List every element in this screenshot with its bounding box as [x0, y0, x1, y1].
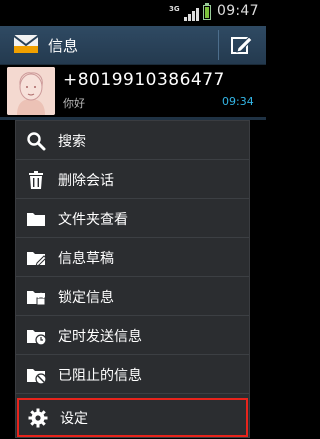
network-type: 3G — [169, 5, 180, 13]
compose-button[interactable] — [219, 26, 266, 64]
avatar — [7, 67, 55, 115]
message-time: 09:34 — [222, 95, 254, 108]
gear-icon — [28, 408, 48, 428]
menu-item-label: 信息草稿 — [58, 251, 114, 267]
draft-folder-icon — [26, 248, 47, 268]
conversation-list-item[interactable]: +8019910386477 你好 09:34 — [0, 65, 266, 117]
page-title: 信息 — [48, 37, 79, 55]
compose-icon — [231, 36, 253, 54]
blocked-folder-icon — [26, 365, 47, 385]
action-bar: 信息 — [0, 26, 266, 65]
contact-name: +8019910386477 — [63, 70, 225, 90]
envelope-icon — [13, 34, 39, 58]
status-time: 09:47 — [217, 3, 259, 19]
menu-item-search[interactable]: 搜索 — [16, 121, 249, 160]
menu-item-blocked-messages[interactable]: 已阻止的信息 — [16, 355, 249, 394]
battery-icon — [203, 3, 211, 20]
signal-icon — [184, 6, 200, 25]
menu-item-label: 删除会话 — [58, 173, 114, 189]
status-bar: 3G 09:47 — [0, 0, 266, 26]
menu-item-label: 定时发送信息 — [58, 329, 142, 345]
options-menu: 搜索 删除会话 文件夹查看 信息草稿 锁定信息 定时发送信息 已阻止的信息 设定 — [15, 120, 250, 438]
folder-icon — [26, 209, 46, 229]
menu-item-label: 搜索 — [58, 134, 86, 150]
scheduled-folder-icon — [26, 326, 47, 346]
menu-item-delete-conversation[interactable]: 删除会话 — [16, 160, 249, 199]
menu-item-drafts[interactable]: 信息草稿 — [16, 238, 249, 277]
menu-item-label: 设定 — [60, 411, 88, 427]
menu-item-locked-messages[interactable]: 锁定信息 — [16, 277, 249, 316]
message-snippet: 你好 — [63, 97, 85, 110]
menu-item-scheduled-messages[interactable]: 定时发送信息 — [16, 316, 249, 355]
menu-item-folder-view[interactable]: 文件夹查看 — [16, 199, 249, 238]
menu-item-settings[interactable]: 设定 — [17, 398, 248, 437]
trash-icon — [26, 170, 46, 190]
search-icon — [26, 131, 46, 151]
menu-item-label: 锁定信息 — [58, 290, 114, 306]
menu-item-label: 文件夹查看 — [58, 212, 128, 228]
locked-folder-icon — [26, 287, 46, 307]
menu-item-label: 已阻止的信息 — [58, 368, 142, 384]
